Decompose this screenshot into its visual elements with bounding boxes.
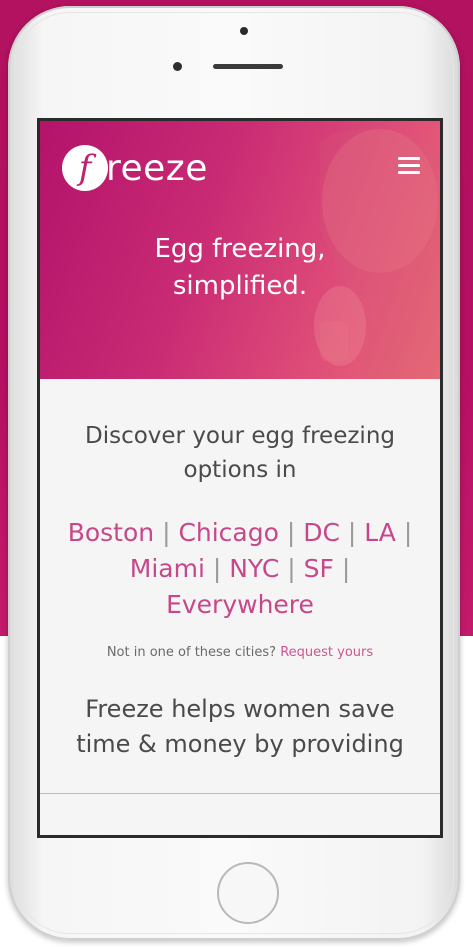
earpiece-speaker-icon <box>213 64 283 69</box>
city-link-sf[interactable]: SF <box>304 554 334 583</box>
city-link-miami[interactable]: Miami <box>130 554 205 583</box>
city-separator: | <box>162 518 179 547</box>
city-link-dc[interactable]: DC <box>303 518 340 547</box>
home-button[interactable] <box>217 862 279 924</box>
freeze-logo[interactable]: f reeze <box>62 141 208 195</box>
phone-screen: f reeze Egg freezing, simplified. Discov… <box>37 118 443 838</box>
main-content: Discover your egg freezing options in Bo… <box>40 419 440 762</box>
hamburger-icon[interactable] <box>398 157 420 175</box>
discover-heading: Discover your egg freezing options in <box>84 423 395 483</box>
hero-title: Egg freezing, simplified. <box>154 234 326 301</box>
city-separator: | <box>287 554 304 583</box>
city-link-boston[interactable]: Boston <box>68 518 154 547</box>
request-city-link[interactable]: Request yours <box>280 645 373 660</box>
city-separator: | <box>403 518 413 547</box>
city-link-chicago[interactable]: Chicago <box>178 518 278 547</box>
logo-f-badge: f <box>62 145 108 191</box>
city-separator: | <box>347 518 365 547</box>
menu-bar-top <box>398 157 420 160</box>
logo-wordmark: reeze <box>106 147 208 189</box>
request-city-line: Not in one of these cities? Request your… <box>40 645 440 660</box>
proximity-sensor-icon <box>173 62 182 71</box>
menu-bar-bottom <box>398 171 420 174</box>
menu-bar-middle <box>398 164 420 167</box>
city-link-everywhere[interactable]: Everywhere <box>166 590 314 619</box>
hero-banner: f reeze Egg freezing, simplified. <box>40 121 440 379</box>
city-link-la[interactable]: LA <box>364 518 396 547</box>
section-divider <box>40 793 440 794</box>
front-camera-icon <box>240 27 248 35</box>
city-separator: | <box>212 554 230 583</box>
city-separator: | <box>341 554 351 583</box>
city-link-nyc[interactable]: NYC <box>229 554 279 583</box>
stage: f reeze Egg freezing, simplified. Discov… <box>0 0 473 947</box>
city-links: Boston | Chicago | DC | LA | Miami | NYC… <box>48 515 432 623</box>
pitch-text: Freeze helps women save time & money by … <box>76 695 404 758</box>
request-city-prompt: Not in one of these cities? <box>106 645 277 660</box>
city-separator: | <box>286 518 304 547</box>
